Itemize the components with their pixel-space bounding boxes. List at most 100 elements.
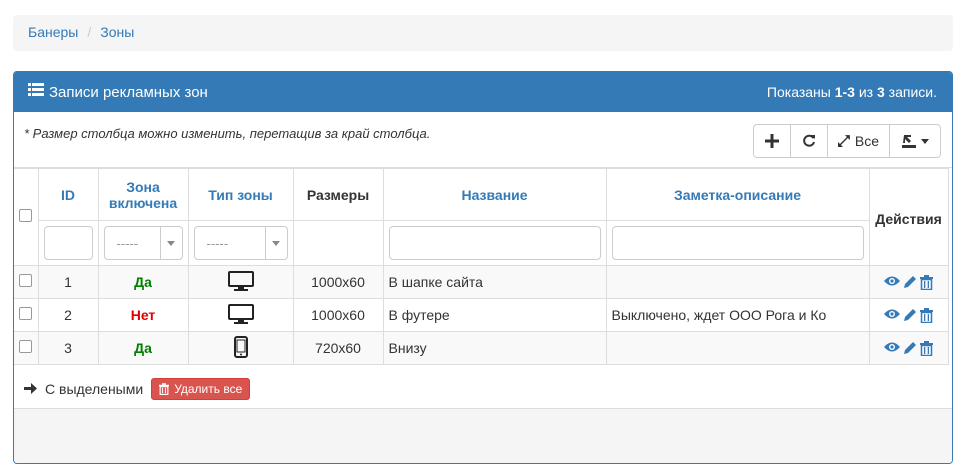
cell-id: 3 xyxy=(37,331,99,365)
cell-name: Внизу xyxy=(382,331,607,365)
cell-type xyxy=(187,298,294,332)
expand-icon xyxy=(838,135,850,147)
trash-icon xyxy=(159,382,170,395)
chevron-down-icon xyxy=(159,227,182,259)
table-row: 3 Да 720x60 Внизу xyxy=(14,331,949,365)
column-header-id[interactable]: ID xyxy=(37,168,99,221)
panel-title: Записи рекламных зон xyxy=(28,83,208,101)
cell-actions xyxy=(868,265,949,299)
cell-size: 720x60 xyxy=(292,331,384,365)
filter-name-input[interactable] xyxy=(388,226,601,260)
records-summary: Показаны 1-3 из 3 записи. xyxy=(767,84,937,100)
panel-title-text: Записи рекламных зон xyxy=(49,83,208,101)
filter-cell-note xyxy=(605,220,870,266)
filter-id-input[interactable] xyxy=(43,226,93,260)
chevron-down-icon xyxy=(264,227,287,259)
desktop-icon xyxy=(227,303,254,324)
show-all-button[interactable]: Все xyxy=(827,124,890,158)
trash-icon[interactable] xyxy=(920,307,933,323)
plus-icon xyxy=(765,134,779,148)
select-all-checkbox[interactable] xyxy=(19,209,33,222)
cell-type xyxy=(187,265,294,299)
column-header-actions: Действия xyxy=(868,168,949,266)
row-checkbox[interactable] xyxy=(19,340,33,353)
desktop-icon xyxy=(227,270,254,291)
export-dropdown-button[interactable] xyxy=(889,124,941,158)
edit-icon[interactable] xyxy=(903,341,917,356)
filter-type-select[interactable]: ----- xyxy=(193,226,288,260)
cell-name: В шапке сайта xyxy=(382,265,607,299)
arrow-right-icon xyxy=(24,381,37,397)
filter-cell-id xyxy=(38,220,99,266)
trash-icon[interactable] xyxy=(920,340,933,356)
cell-enabled: Нет xyxy=(97,298,189,332)
bulk-label: С выделеными xyxy=(45,380,144,397)
cell-enabled: Да xyxy=(97,265,189,299)
header-row: ID Зона включена Тип зоны Размеры Названи… xyxy=(14,168,949,266)
edit-icon[interactable] xyxy=(903,275,917,290)
row-checkbox[interactable] xyxy=(19,274,33,287)
cell-size: 1000x60 xyxy=(292,298,384,332)
cell-id: 2 xyxy=(37,298,99,332)
breadcrumb-link-banners[interactable]: Банеры xyxy=(28,24,78,40)
view-icon[interactable] xyxy=(884,308,900,323)
column-header-sizes: Размеры xyxy=(292,168,384,221)
summary-prefix: Показаны xyxy=(766,84,835,100)
breadcrumb-separator: / xyxy=(87,24,92,40)
resize-hint: * Размер столбца можно изменить, перетащ… xyxy=(24,126,431,141)
summary-total: 3 xyxy=(876,84,885,100)
show-all-label: Все xyxy=(854,133,879,149)
breadcrumb-link-zones[interactable]: Зоны xyxy=(100,24,134,40)
caret-down-icon xyxy=(920,138,929,144)
column-header-name[interactable]: Название xyxy=(382,168,607,221)
toolbar-button-group: Все xyxy=(753,124,941,158)
column-header-enabled[interactable]: Зона включена xyxy=(97,168,189,221)
filter-cell-name xyxy=(382,220,607,266)
edit-icon[interactable] xyxy=(903,308,917,323)
row-select-cell xyxy=(14,265,39,299)
cell-note: Выключено, ждет ООО Рога и Ко xyxy=(605,298,870,332)
bulk-actions-bar: С выделеными Удалить все xyxy=(14,369,952,409)
panel-footer xyxy=(14,409,952,463)
trash-icon[interactable] xyxy=(920,274,933,290)
view-icon[interactable] xyxy=(884,341,900,356)
breadcrumb: Банеры / Зоны xyxy=(13,15,953,51)
summary-suffix: записи. xyxy=(884,84,937,100)
table-row: 2 Нет 1000x60 В футере Выключено, ждет О… xyxy=(14,298,949,332)
summary-mid: из xyxy=(854,84,877,100)
view-icon[interactable] xyxy=(884,275,900,290)
list-icon xyxy=(28,83,44,101)
table-row: 1 Да 1000x60 В шапке сайта xyxy=(14,265,949,299)
column-header-enabled-line1: Зона xyxy=(126,178,160,195)
summary-range: 1-3 xyxy=(834,84,855,100)
cell-note xyxy=(605,265,870,299)
add-button[interactable] xyxy=(753,124,791,158)
column-header-enabled-line2: включена xyxy=(108,194,178,211)
column-header-type[interactable]: Тип зоны xyxy=(187,168,294,221)
cell-size: 1000x60 xyxy=(292,265,384,299)
delete-all-label: Удалить все xyxy=(174,381,243,396)
mobile-icon xyxy=(233,335,248,358)
grid-toolbar: * Размер столбца можно изменить, перетащ… xyxy=(14,112,952,168)
cell-enabled: Да xyxy=(97,331,189,365)
cell-actions xyxy=(868,298,949,332)
zones-panel: Записи рекламных зон Показаны 1-3 из 3 з… xyxy=(13,71,953,464)
cell-id: 1 xyxy=(37,265,99,299)
panel-heading: Записи рекламных зон Показаны 1-3 из 3 з… xyxy=(14,72,952,112)
filter-note-input[interactable] xyxy=(611,226,864,260)
filter-cell-enabled: ----- xyxy=(97,220,189,266)
zones-table: ID Зона включена Тип зоны Размеры Названи… xyxy=(14,168,949,365)
filter-enabled-select[interactable]: ----- xyxy=(103,226,183,260)
filter-cell-sizes xyxy=(292,220,384,266)
refresh-button[interactable] xyxy=(790,124,828,158)
cell-actions xyxy=(868,331,949,365)
cell-type xyxy=(187,331,294,365)
refresh-icon xyxy=(803,134,815,147)
row-select-cell xyxy=(14,331,39,365)
cell-note xyxy=(605,331,870,365)
row-checkbox[interactable] xyxy=(19,307,33,320)
column-header-note[interactable]: Заметка-описание xyxy=(605,168,870,221)
delete-all-button[interactable]: Удалить все xyxy=(151,377,251,400)
filter-type-value: ----- xyxy=(206,235,229,251)
export-icon xyxy=(901,135,916,148)
